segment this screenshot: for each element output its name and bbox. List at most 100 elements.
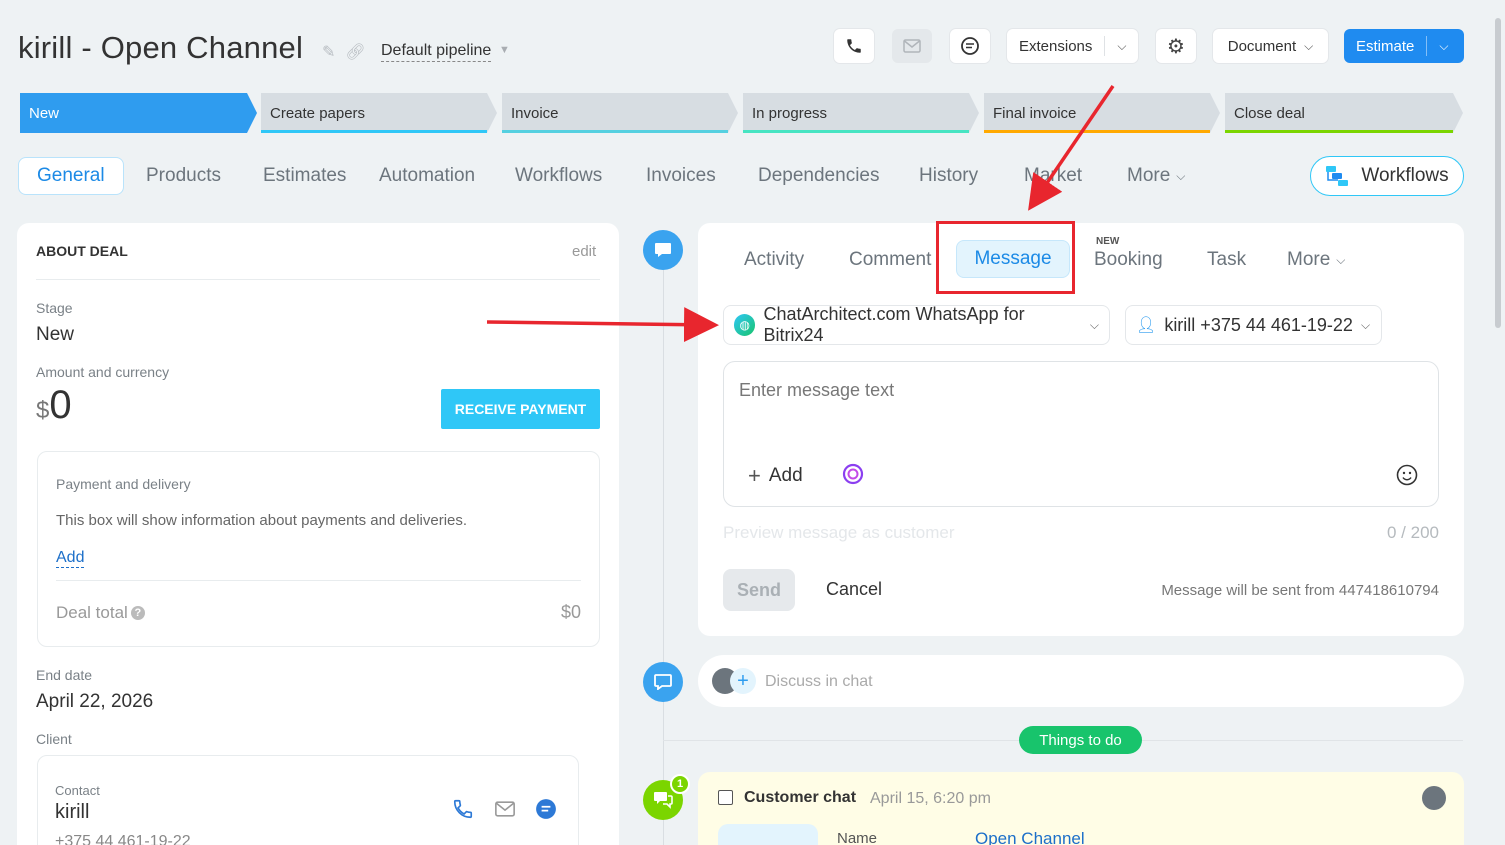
payment-add-link[interactable]: Add (56, 549, 85, 568)
contact-label: Contact (55, 783, 100, 798)
chevron-down-icon: ⌵ (1439, 38, 1449, 53)
chevron-down-icon[interactable]: ▼ (499, 44, 510, 56)
copilot-icon[interactable] (842, 463, 864, 490)
client-label: Client (36, 731, 72, 747)
add-button[interactable]: + Add (748, 463, 803, 489)
discuss-chat-bar[interactable]: + Discuss in chat (698, 655, 1464, 707)
tab-general[interactable]: General (18, 157, 124, 195)
tab-market[interactable]: Market (1024, 157, 1082, 195)
chat-button[interactable] (950, 29, 990, 63)
divider (56, 580, 581, 581)
notification-badge: 1 (670, 774, 690, 794)
end-date-value[interactable]: April 22, 2026 (36, 691, 153, 713)
amount-label: Amount and currency (36, 364, 170, 380)
recipient-selector[interactable]: 👤︎ kirill +375 44 461-19-22 ⌵ (1125, 305, 1382, 345)
things-to-do-badge: Things to do (1019, 726, 1142, 754)
stage-label: Stage (36, 300, 73, 316)
stage-value[interactable]: New (36, 324, 74, 346)
tab-workflows[interactable]: Workflows (515, 157, 602, 195)
chevron-down-icon: ⌵ (1117, 38, 1127, 53)
workflows-button[interactable]: Workflows (1310, 156, 1464, 196)
card-time: April 15, 6:20 pm (870, 790, 991, 807)
stage-close-deal[interactable]: Close deal (1225, 93, 1463, 133)
deal-total-value: $0 (560, 602, 581, 622)
name-value[interactable]: Open Channel (975, 829, 1085, 845)
tab-activity[interactable]: Activity (744, 249, 804, 271)
tab-booking[interactable]: Booking (1094, 249, 1163, 271)
pencil-icon[interactable]: ✎ (322, 42, 335, 62)
email-button[interactable] (892, 29, 932, 63)
chevron-down-icon: ⌵ (1089, 317, 1099, 332)
chat-icon (961, 37, 979, 55)
scrollbar[interactable] (1495, 18, 1501, 328)
tab-invoices[interactable]: Invoices (646, 157, 716, 195)
edit-link[interactable]: edit (572, 243, 596, 260)
char-counter: 0 / 200 (1387, 523, 1439, 542)
stage-invoice[interactable]: Invoice (502, 93, 738, 133)
add-participant-icon[interactable]: + (730, 668, 756, 694)
page-title: kirill - Open Channel (18, 30, 304, 65)
chevron-down-icon: ⌵ (1176, 168, 1186, 183)
chat-timeline-icon (643, 662, 683, 702)
chat-icon[interactable] (535, 798, 557, 825)
name-label: Name (837, 830, 878, 845)
deal-total: Deal total ? (56, 603, 145, 623)
whatsapp-channel-icon: ◍ (734, 314, 756, 336)
message-placeholder: Enter message text (739, 380, 895, 400)
sender-info: Message will be sent from 447418610794 (1161, 582, 1439, 599)
discuss-label: Discuss in chat (765, 673, 873, 690)
tab-more[interactable]: More ⌵ (1127, 157, 1185, 195)
payment-delivery-box: Payment and delivery This box will show … (37, 451, 600, 647)
estimate-button[interactable]: Estimate ⌵ (1344, 29, 1464, 63)
send-button[interactable]: Send (723, 569, 795, 611)
tab-task[interactable]: Task (1207, 249, 1246, 271)
about-deal-panel: ABOUT DEAL edit Stage New Amount and cur… (17, 223, 619, 845)
payment-title: Payment and delivery (56, 476, 191, 492)
phone-icon (847, 39, 861, 53)
customer-chat-card: Customer chat April 15, 6:20 pm Name Ope… (698, 772, 1464, 845)
chevron-down-icon: ⌵ (1360, 317, 1371, 332)
tab-comment[interactable]: Comment (849, 249, 931, 271)
pipeline-selector[interactable]: Default pipeline (381, 42, 492, 62)
message-textarea[interactable]: Enter message text + Add (723, 361, 1439, 507)
divider (36, 279, 600, 280)
complete-checkbox[interactable] (718, 790, 733, 805)
tab-more[interactable]: More ⌵ (1287, 249, 1345, 271)
highlight-box (936, 221, 1075, 294)
stage-final-invoice[interactable]: Final invoice (984, 93, 1220, 133)
phone-icon[interactable] (452, 798, 474, 825)
preview-link[interactable]: Preview message as customer (723, 523, 954, 543)
help-icon[interactable]: ? (130, 606, 145, 620)
chevron-down-icon: ⌵ (1304, 38, 1314, 53)
tab-dependencies[interactable]: Dependencies (758, 157, 879, 195)
contact-name[interactable]: kirill (55, 801, 89, 824)
timeline-line (663, 270, 664, 845)
new-badge: NEW (1096, 236, 1120, 247)
emoji-icon[interactable] (1396, 464, 1418, 491)
call-button[interactable] (834, 29, 874, 63)
cancel-button[interactable]: Cancel (826, 579, 882, 600)
envelope-icon[interactable] (493, 801, 517, 822)
chevron-down-icon: ⌵ (1336, 252, 1346, 267)
activity-editor: Activity Comment Message NEW Booking Tas… (698, 221, 1464, 636)
contact-phone[interactable]: +375 44 461-19-22 (55, 833, 191, 845)
tab-history[interactable]: History (919, 157, 978, 195)
tab-estimates[interactable]: Estimates (263, 157, 346, 195)
channel-selector[interactable]: ◍ ChatArchitect.com WhatsApp for Bitrix2… (723, 304, 1110, 345)
stage-new[interactable]: New (20, 93, 257, 133)
document-button[interactable]: Document ⌵ (1213, 29, 1328, 63)
stage-in-progress[interactable]: In progress (743, 93, 979, 133)
message-timeline-icon (643, 230, 683, 270)
stage-create-papers[interactable]: Create papers (261, 93, 497, 133)
receive-payment-button[interactable]: RECEIVE PAYMENT (441, 389, 600, 429)
gear-icon: ⚙ (1167, 35, 1185, 58)
plus-icon: + (748, 463, 761, 488)
link-icon[interactable]: 🔗︎ (345, 42, 365, 62)
section-heading: ABOUT DEAL (36, 243, 128, 259)
extensions-button[interactable]: Extensions ⌵ (1007, 29, 1138, 63)
tab-products[interactable]: Products (146, 157, 221, 195)
amount-value: $0 (36, 383, 72, 427)
tab-automation[interactable]: Automation (379, 157, 475, 195)
payment-description: This box will show information about pay… (56, 512, 468, 529)
settings-button[interactable]: ⚙ (1156, 29, 1196, 63)
